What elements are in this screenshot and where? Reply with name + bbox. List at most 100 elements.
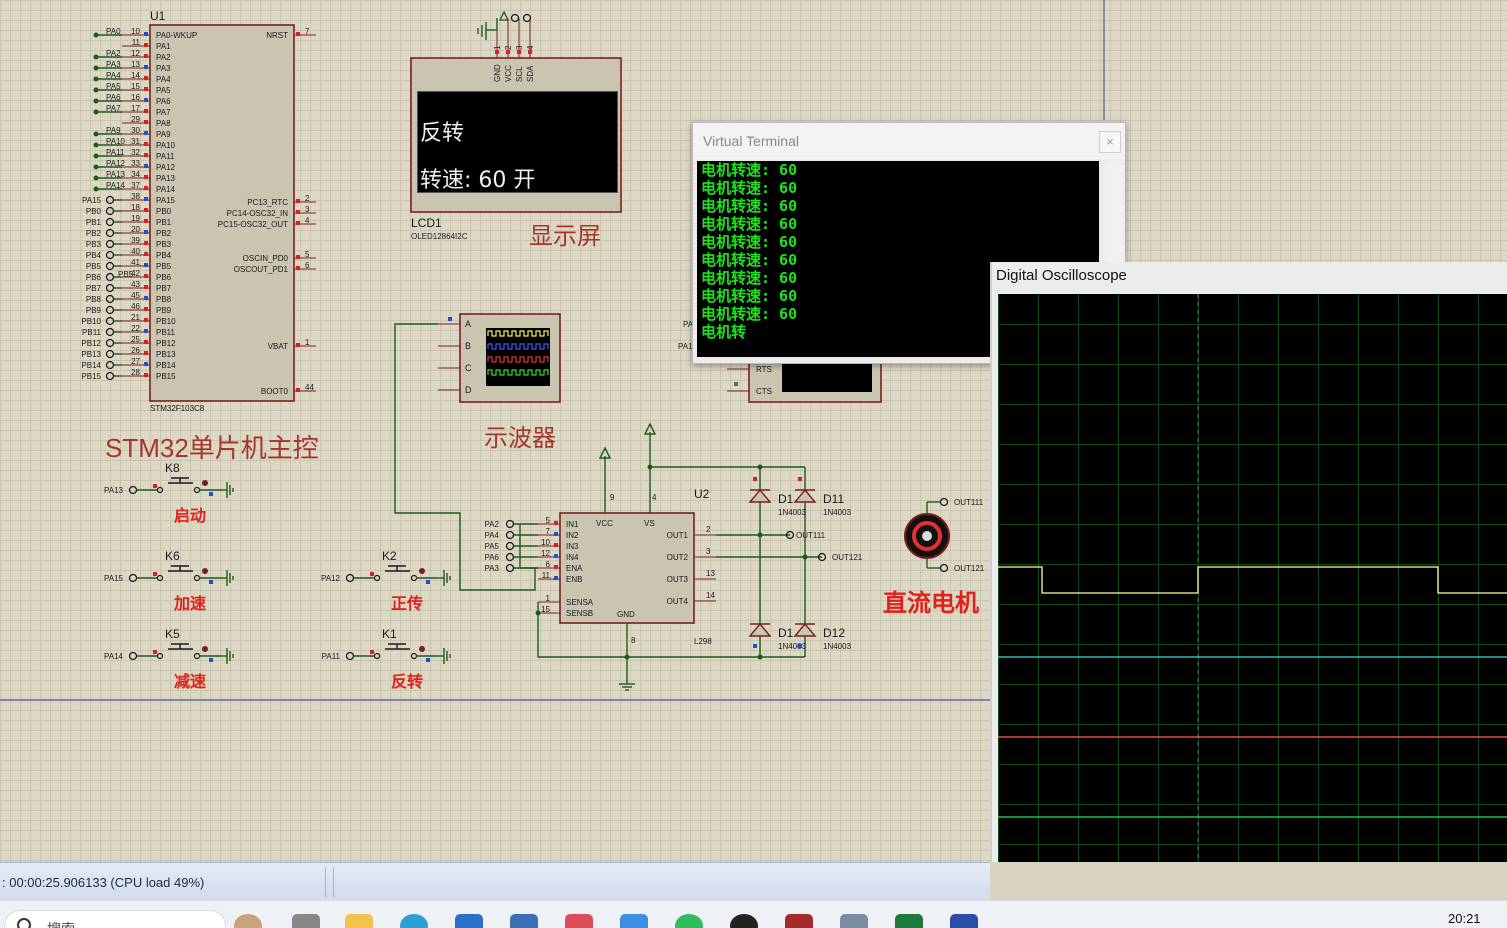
app-icon[interactable] — [895, 914, 923, 928]
app-icon[interactable] — [565, 914, 593, 928]
driver-pin-name: IN4 — [566, 553, 579, 562]
pin-state-marker — [144, 109, 148, 113]
driver-input-terminal — [505, 563, 515, 573]
mcu-pin-name: PC15-OSC32_OUT — [218, 220, 288, 229]
mcu-pin-number: 33 — [131, 159, 140, 168]
scope-caption: 示波器 — [484, 425, 556, 452]
scope-channel-label: D — [465, 385, 472, 395]
button-net-label: PA15 — [104, 574, 124, 583]
mcu-pin-number: 4 — [305, 216, 310, 225]
pin-state-marker — [144, 153, 148, 157]
mcu-net-marker — [93, 98, 99, 104]
pin-state-marker — [296, 32, 300, 36]
mcu-net-marker — [93, 65, 99, 71]
mcu-pin-name: PA8 — [156, 119, 171, 128]
driver-pin-name: IN1 — [566, 520, 579, 529]
browser-icon[interactable] — [400, 914, 428, 928]
pin-state-marker — [296, 388, 300, 392]
button-contact — [193, 574, 201, 582]
pin-state-marker — [144, 164, 148, 168]
mcu-pin-terminal — [105, 272, 115, 282]
system-tray[interactable] — [1080, 914, 1280, 928]
virtual-terminal-titlebar[interactable]: Virtual Terminal × — [693, 123, 1125, 159]
mcu-pin-number: 34 — [131, 170, 140, 179]
mcu-net-label: PA10 — [106, 137, 126, 146]
motor-net-label: OUT121 — [954, 564, 985, 573]
mcu-pin-name: OSCOUT_PD1 — [234, 265, 289, 274]
oscilloscope-screen[interactable] — [998, 294, 1507, 862]
pin-state-marker — [144, 373, 148, 377]
close-button[interactable]: × — [1099, 131, 1121, 153]
pin-state-marker — [144, 307, 148, 311]
clock[interactable]: 20:21 — [1448, 911, 1481, 926]
mcu-pin-name: PB6 — [156, 273, 172, 282]
button-contact — [156, 486, 164, 494]
mcu-pin-terminal — [105, 316, 115, 326]
motor-terminal — [939, 497, 949, 507]
mcu-pin-name: PA2 — [156, 53, 171, 62]
driver-pin-number: 9 — [610, 493, 615, 502]
mcu-pin-terminal — [105, 294, 115, 304]
mcu-net-label: PB0 — [86, 207, 102, 216]
mcu-net-label: PB5 — [118, 270, 134, 279]
simulation-time: : 00:00:25.906133 (CPU load 49%) — [2, 875, 205, 890]
button-contact — [373, 574, 381, 582]
channel-a-trace — [998, 566, 1507, 594]
mcu-pin-number: 12 — [131, 49, 140, 58]
button-net-label: PA14 — [104, 652, 124, 661]
pin-state-marker — [370, 572, 374, 576]
proteus-icon[interactable] — [840, 914, 868, 928]
mcu-pin-number: 21 — [131, 313, 140, 322]
mcu-pin-name: PB14 — [156, 361, 176, 370]
mcu-pin-number: 32 — [131, 148, 140, 157]
scope-channel-label: C — [465, 363, 472, 373]
diode-part: 1N4003 — [823, 508, 852, 517]
button-caption: 反转 — [391, 672, 423, 691]
app-icon[interactable] — [950, 914, 978, 928]
app-icon[interactable] — [620, 914, 648, 928]
mcu-pin-name: PA4 — [156, 75, 171, 84]
mcu-pin-number: 15 — [131, 82, 140, 91]
pin-state-marker — [798, 644, 802, 648]
mcu-pin-number: 16 — [131, 93, 140, 102]
diode-ref: D1 — [778, 626, 794, 640]
taskbar-search[interactable]: 搜索 — [4, 910, 226, 928]
mcu-pin-number: 26 — [131, 346, 140, 355]
diode-symbol — [748, 488, 772, 503]
widget-icon[interactable] — [234, 914, 262, 928]
driver-input-terminal — [505, 541, 515, 551]
task-view-icon[interactable] — [292, 914, 320, 928]
pin-state-marker — [144, 241, 148, 245]
mcu-pin-name: PC13_RTC — [247, 198, 288, 207]
mcu-pin-number: 3 — [305, 205, 310, 214]
diode-ref: D11 — [823, 492, 844, 506]
pin-state-marker — [144, 131, 148, 135]
folder-icon[interactable] — [345, 914, 373, 928]
mcu-pin-number: 43 — [131, 280, 140, 289]
schematic-workspace[interactable]: U1 STM32F103C8 PA0-WKUP 10 PA0 PA1 11 PA2 12 PA2 P… — [0, 0, 1507, 862]
oscilloscope-window[interactable]: Digital Oscilloscope — [990, 262, 1507, 862]
app-icon[interactable] — [510, 914, 538, 928]
lcd-pin-number: 1 — [493, 45, 502, 50]
mcu-pin-number: 7 — [305, 27, 310, 36]
button-indicator — [202, 568, 208, 574]
qq-icon[interactable] — [730, 914, 758, 928]
mcu-pin-number: 45 — [131, 291, 140, 300]
pin-state-marker — [144, 263, 148, 267]
app-icon[interactable] — [785, 914, 813, 928]
wechat-icon[interactable] — [675, 914, 703, 928]
button-contact — [193, 652, 201, 660]
button-caption: 正传 — [391, 594, 423, 613]
mcu-pin-name: PB4 — [156, 251, 172, 260]
scope-channel-label: A — [465, 319, 471, 329]
store-icon[interactable] — [455, 914, 483, 928]
mcu-pin-number: 31 — [131, 137, 140, 146]
mcu-pin-terminal — [105, 206, 115, 216]
pin-state-marker — [554, 521, 558, 525]
driver-pin-number: 14 — [706, 591, 715, 600]
diode-ref: D12 — [823, 626, 845, 640]
pin-state-marker — [528, 50, 532, 54]
junction-dot — [624, 654, 630, 660]
virtual-terminal-title: Virtual Terminal — [703, 133, 799, 149]
mcu-net-label: PA15 — [82, 196, 102, 205]
